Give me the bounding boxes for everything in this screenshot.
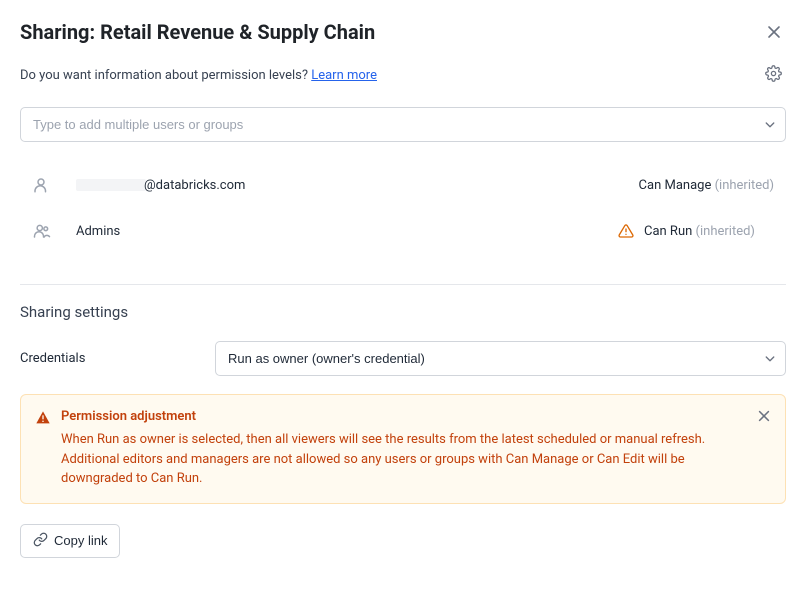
permission-level: Can Run (inherited) — [644, 224, 774, 239]
permissions-list: @databricks.com Can Manage (inherited) A… — [20, 162, 786, 254]
permission-adjustment-alert: Permission adjustment When Run as owner … — [20, 394, 786, 504]
credentials-select[interactable]: Run as owner (owner's credential) — [215, 341, 786, 376]
warning-icon — [35, 410, 51, 489]
alert-title: Permission adjustment — [61, 409, 741, 424]
sharing-settings-title: Sharing settings — [20, 303, 786, 321]
close-icon — [766, 24, 782, 43]
user-search-input[interactable] — [20, 107, 786, 142]
section-divider — [20, 284, 786, 285]
group-icon — [32, 222, 58, 240]
close-button[interactable] — [762, 20, 786, 47]
alert-body: When Run as owner is selected, then all … — [61, 430, 741, 489]
copy-link-label: Copy link — [54, 533, 107, 548]
warning-icon — [618, 223, 634, 239]
permission-principal: Admins — [58, 224, 618, 239]
close-icon — [757, 409, 771, 426]
permission-row: Admins Can Run (inherited) — [20, 208, 786, 254]
learn-more-link[interactable]: Learn more — [311, 68, 377, 83]
user-icon — [32, 176, 58, 194]
permission-level-text: Can Run — [644, 224, 692, 239]
link-icon — [33, 532, 48, 550]
alert-close-button[interactable] — [755, 407, 773, 428]
gear-icon — [765, 65, 782, 85]
permission-info-text: Do you want information about permission… — [20, 68, 377, 83]
settings-button[interactable] — [761, 61, 786, 89]
copy-link-button[interactable]: Copy link — [20, 524, 120, 558]
dialog-title: Sharing: Retail Revenue & Supply Chain — [20, 20, 375, 44]
permission-inherited: (inherited) — [696, 224, 755, 239]
principal-suffix: @databricks.com — [144, 178, 245, 193]
permission-inherited: (inherited) — [715, 178, 774, 193]
permission-principal: @databricks.com — [58, 178, 639, 193]
user-search-field[interactable] — [20, 107, 786, 142]
permission-row: @databricks.com Can Manage (inherited) — [20, 162, 786, 208]
credentials-label: Credentials — [20, 351, 215, 366]
permission-question: Do you want information about permission… — [20, 68, 311, 83]
permission-level: Can Manage (inherited) — [639, 178, 774, 193]
permission-level-text: Can Manage — [639, 178, 712, 193]
redacted-text — [76, 179, 146, 191]
